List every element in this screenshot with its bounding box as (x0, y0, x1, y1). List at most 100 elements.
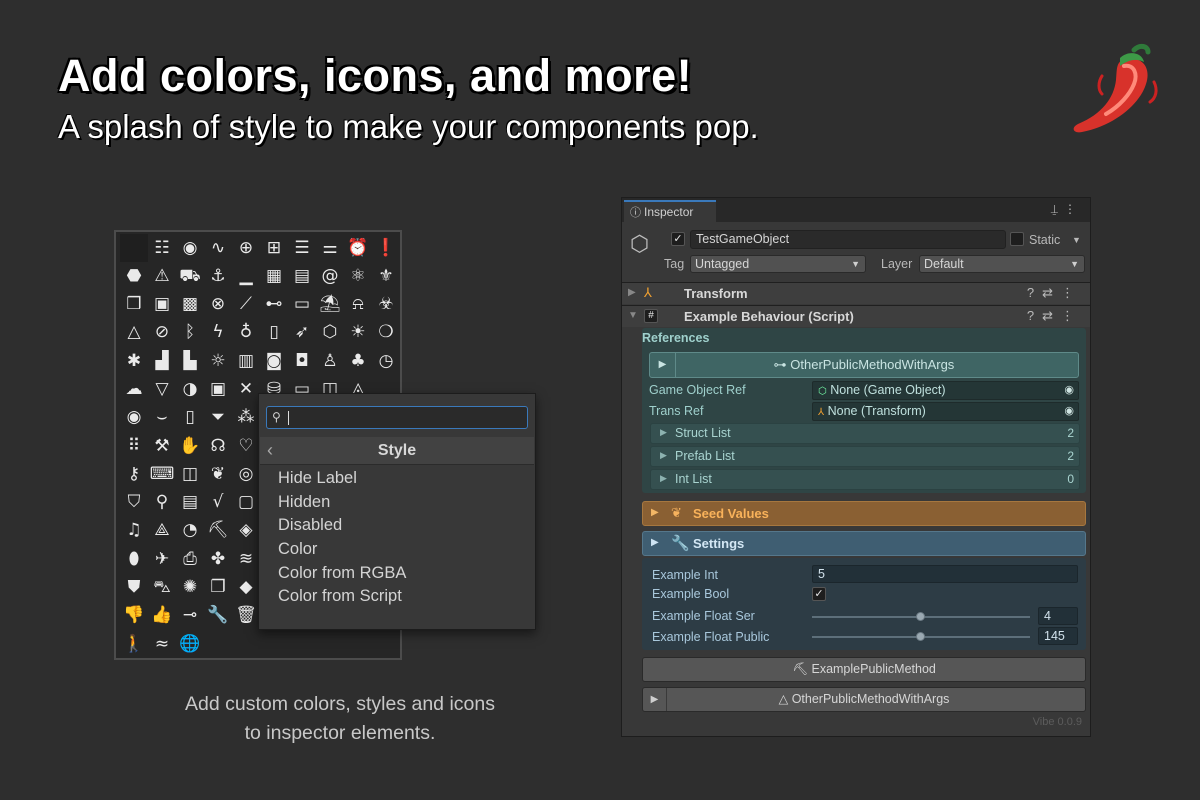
toggle-icon[interactable]: ⊸ (176, 602, 204, 630)
contrast-icon[interactable]: ◑ (176, 375, 204, 403)
more-vertical-icon[interactable]: ⋮ (1061, 308, 1082, 323)
game-object-ref-field[interactable]: ⬡ None (Game Object) ◉ (812, 381, 1079, 400)
hand-icon[interactable]: ✋ (176, 432, 204, 460)
settings-foldout[interactable]: ▶ 🔧 Settings (642, 531, 1086, 556)
ambulance-icon[interactable]: ⛟ (176, 262, 204, 290)
prefab-list-row[interactable]: ▶ Prefab List 2 (650, 446, 1080, 467)
thumb-down-icon[interactable]: 👎 (120, 602, 148, 630)
shirt-icon[interactable]: ⛊ (120, 574, 148, 602)
alarm-icon[interactable]: ⏰ (344, 234, 372, 262)
keyboard-icon[interactable]: ⌨ (148, 460, 176, 488)
wave-icon[interactable]: ≋ (232, 545, 260, 573)
atom-icon[interactable]: ⚛ (344, 262, 372, 290)
shapes-icon[interactable]: ⁂ (232, 404, 260, 432)
presets-icon[interactable]: ⇄ (1042, 308, 1061, 323)
fold-arrow-icon[interactable]: ▶ (660, 450, 667, 461)
fold-arrow-icon[interactable]: ▼ (628, 310, 638, 321)
help-icon[interactable]: ? (1027, 285, 1042, 300)
bandage-icon[interactable]: ⟋ (232, 291, 260, 319)
badge-ar-icon[interactable]: ▣ (148, 291, 176, 319)
add-circle-icon[interactable]: ⊕ (232, 234, 260, 262)
alert-circle-icon[interactable]: ❗ (372, 234, 400, 262)
signal-bars-icon[interactable]: ▁ (232, 262, 260, 290)
expand-arrow-icon[interactable]: ▶ (643, 688, 667, 711)
more-vertical-icon[interactable]: ⋮ (1064, 202, 1082, 216)
triangle-outline-icon[interactable]: ⟁ (148, 517, 176, 545)
bug-icon[interactable]: ✱ (120, 347, 148, 375)
expand-arrow-icon[interactable]: ▶ (650, 353, 676, 377)
other-public-method-button-bottom[interactable]: ▶ △ OtherPublicMethodWithArgs (642, 687, 1086, 712)
heart-icon[interactable]: ♡ (232, 432, 260, 460)
lifebuoy-icon[interactable]: ◎ (232, 460, 260, 488)
example-int-field[interactable]: 5 (812, 565, 1078, 583)
paint-roller-icon[interactable]: ⛏ (204, 517, 232, 545)
math-icon[interactable]: √ (204, 489, 232, 517)
menu-item-hidden[interactable]: Hidden (278, 491, 406, 515)
puzzle-icon[interactable]: ✤ (204, 545, 232, 573)
wrench-icon[interactable]: 🔧 (204, 602, 232, 630)
clock-icon[interactable]: ◷ (372, 347, 400, 375)
active-checkbox[interactable]: ✓ (671, 232, 685, 246)
thumb-up-icon[interactable]: 👍 (148, 602, 176, 630)
int-list-row[interactable]: ▶ Int List 0 (650, 469, 1080, 490)
example-float-public-slider-handle[interactable] (916, 632, 925, 641)
barbell-icon[interactable]: ⊷ (260, 291, 288, 319)
basketball-icon[interactable]: ⊗ (204, 291, 232, 319)
camera-icon[interactable]: ◙ (260, 347, 288, 375)
fold-arrow-icon[interactable]: ▶ (660, 473, 667, 484)
menu-item-disabled[interactable]: Disabled (278, 514, 406, 538)
sliders-icon[interactable]: ⚌ (316, 234, 344, 262)
fold-arrow-icon[interactable]: ▶ (628, 287, 636, 298)
shopping-cart-icon[interactable]: ⛍ (148, 574, 176, 602)
anchor-icon[interactable]: ⚓ (204, 262, 232, 290)
example-public-method-button[interactable]: ⛏ ExamplePublicMethod (642, 657, 1086, 682)
cpu-icon[interactable]: ▣ (204, 375, 232, 403)
example-float-public-field[interactable]: 145 (1038, 627, 1078, 645)
message-language-icon[interactable]: ▤ (176, 489, 204, 517)
chess-pawn-icon[interactable]: ♙ (316, 347, 344, 375)
plane-icon[interactable]: ✈ (148, 545, 176, 573)
menu-item-color[interactable]: Color (278, 538, 406, 562)
file-icon[interactable]: ▯ (176, 404, 204, 432)
more-vertical-icon[interactable]: ⋮ (1061, 285, 1082, 300)
stack-icon[interactable]: ◆ (232, 574, 260, 602)
static-dropdown-arrow-icon[interactable]: ▼ (1072, 232, 1081, 248)
funnel-down-icon[interactable]: ▽ (148, 375, 176, 403)
calendar-icon[interactable]: ▥ (232, 347, 260, 375)
help-icon[interactable]: ? (1027, 308, 1042, 323)
music-icon[interactable]: ♫ (120, 517, 148, 545)
ban-icon[interactable]: ⊘ (148, 319, 176, 347)
cloud-icon[interactable]: ☁ (120, 375, 148, 403)
struct-list-row[interactable]: ▶ Struct List 2 (650, 423, 1080, 444)
key-icon[interactable]: ⚷ (120, 460, 148, 488)
layout-columns-icon[interactable]: ◫ (176, 460, 204, 488)
headphones-icon[interactable]: ☊ (204, 432, 232, 460)
walk-icon[interactable]: 🚶 (120, 630, 148, 658)
static-checkbox[interactable] (1010, 232, 1024, 246)
at-sign-icon[interactable]: @ (316, 262, 344, 290)
rocket-icon[interactable]: ➶ (288, 319, 316, 347)
printer-icon[interactable]: ⎙ (176, 545, 204, 573)
eye-icon[interactable]: ◉ (120, 404, 148, 432)
example-float-ser-field[interactable]: 4 (1038, 607, 1078, 625)
close-icon[interactable]: ✕ (232, 375, 260, 403)
factory-icon[interactable]: ▙ (176, 347, 204, 375)
presets-icon[interactable]: ⇄ (1042, 285, 1061, 300)
world-icon[interactable]: 🌐 (176, 630, 204, 658)
apps-icon[interactable]: ▦ (260, 262, 288, 290)
int-list-count[interactable]: 0 (1067, 472, 1074, 486)
seed-values-foldout[interactable]: ▶ ❦ Seed Values (642, 501, 1086, 526)
box-icon[interactable]: ⬡ (316, 319, 344, 347)
struct-list-count[interactable]: 2 (1067, 426, 1074, 440)
gamepad-icon[interactable]: ◘ (288, 347, 316, 375)
pacman-icon[interactable]: ◔ (176, 517, 204, 545)
filter-icon[interactable]: ⏷ (204, 404, 232, 432)
badge-vr-icon[interactable]: ▩ (176, 291, 204, 319)
transform-component-header[interactable]: ▶ ⅄ Transform ?⇄⋮ (622, 282, 1090, 304)
buildings-icon[interactable]: ▟ (148, 347, 176, 375)
map-icon[interactable]: ⛉ (120, 489, 148, 517)
fold-arrow-icon[interactable]: ▶ (651, 537, 659, 548)
abacus-icon[interactable]: ☷ (148, 234, 176, 262)
object-picker-icon[interactable]: ◉ (1064, 382, 1074, 399)
wind-icon[interactable]: ≈ (148, 630, 176, 658)
